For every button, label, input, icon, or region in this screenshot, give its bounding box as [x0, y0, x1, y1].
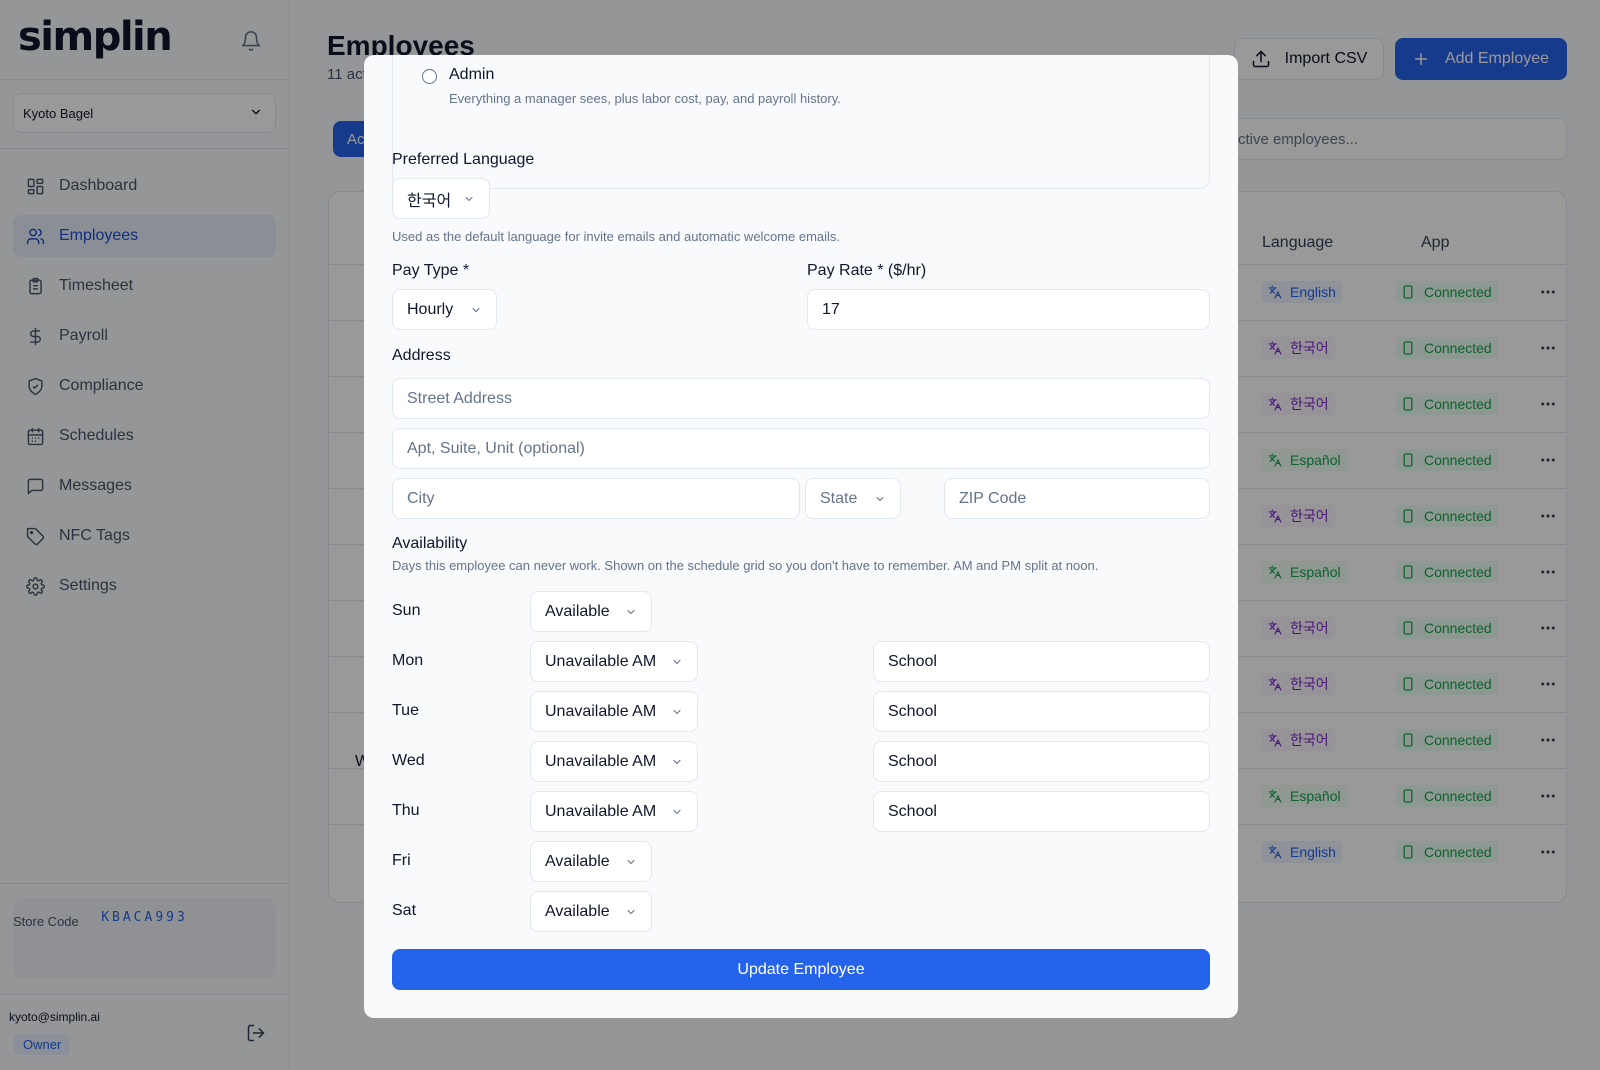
availability-select-sat[interactable]: Available [530, 891, 652, 932]
availability-hint: Days this employee can never work. Shown… [392, 558, 1099, 573]
zip-code-input[interactable]: ZIP Code [944, 478, 1210, 519]
chevron-down-icon [673, 709, 681, 714]
availability-day-sat: Sat [392, 902, 417, 919]
availability-note-tue[interactable]: School [873, 691, 1210, 732]
role-title: Admin [449, 66, 495, 83]
pay-type-value: Hourly [407, 300, 454, 318]
state-placeholder: State [820, 489, 858, 507]
preferred-language-label: Preferred Language [392, 151, 535, 168]
availability-day-thu: Thu [392, 802, 420, 819]
role-description: Everything a manager sees, plus labor co… [449, 91, 841, 106]
availability-select-value: Unavailable AM [545, 802, 657, 820]
availability-select-value: Available [545, 902, 610, 920]
street-address-input[interactable]: Street Address [392, 378, 1210, 419]
availability-note-mon[interactable]: School [873, 641, 1210, 682]
state-select[interactable]: State [805, 478, 901, 519]
radio-admin[interactable] [422, 69, 437, 84]
pay-type-select[interactable]: Hourly [392, 289, 497, 330]
chevron-down-icon [627, 859, 635, 864]
availability-select-value: Unavailable AM [545, 652, 657, 670]
update-employee-button[interactable]: Update Employee [392, 949, 1210, 990]
apt-suite-input[interactable]: Apt, Suite, Unit (optional) [392, 428, 1210, 469]
availability-day-mon: Mon [392, 652, 424, 669]
availability-day-tue: Tue [392, 702, 419, 719]
availability-select-tue[interactable]: Unavailable AM [530, 691, 698, 732]
preferred-language-hint: Used as the default language for invite … [392, 229, 841, 244]
availability-select-fri[interactable]: Available [530, 841, 652, 882]
availability-select-value: Available [545, 602, 610, 620]
availability-select-wed[interactable]: Unavailable AM [530, 741, 698, 782]
chevron-down-icon [876, 496, 884, 501]
availability-day-wed: Wed [392, 752, 425, 769]
chevron-down-icon [465, 196, 473, 201]
availability-day-sun: Sun [392, 602, 421, 619]
pay-rate-input[interactable]: 17 [807, 289, 1210, 330]
chevron-down-icon [627, 609, 635, 614]
availability-select-mon[interactable]: Unavailable AM [530, 641, 698, 682]
chevron-down-icon [627, 909, 635, 914]
preferred-language-value: 한국어 [407, 192, 452, 210]
city-input[interactable]: City [392, 478, 800, 519]
chevron-down-icon [673, 659, 681, 664]
availability-select-thu[interactable]: Unavailable AM [530, 791, 698, 832]
edit-employee-modal: Admin Everything a manager sees, plus la… [364, 55, 1238, 1018]
availability-label: Availability [392, 535, 468, 552]
availability-note-wed[interactable]: School [873, 741, 1210, 782]
chevron-down-icon [673, 809, 681, 814]
availability-select-sun[interactable]: Available [530, 591, 652, 632]
availability-note-thu[interactable]: School [873, 791, 1210, 832]
chevron-down-icon [472, 307, 480, 312]
pay-rate-label: Pay Rate * ($/hr) [807, 262, 927, 279]
chevron-down-icon [673, 759, 681, 764]
availability-select-value: Unavailable AM [545, 702, 657, 720]
address-label: Address [392, 347, 451, 364]
availability-select-value: Available [545, 852, 610, 870]
availability-select-value: Unavailable AM [545, 752, 657, 770]
pay-type-label: Pay Type * [392, 262, 470, 279]
availability-day-fri: Fri [392, 852, 411, 869]
preferred-language-select[interactable]: 한국어 [392, 178, 490, 219]
